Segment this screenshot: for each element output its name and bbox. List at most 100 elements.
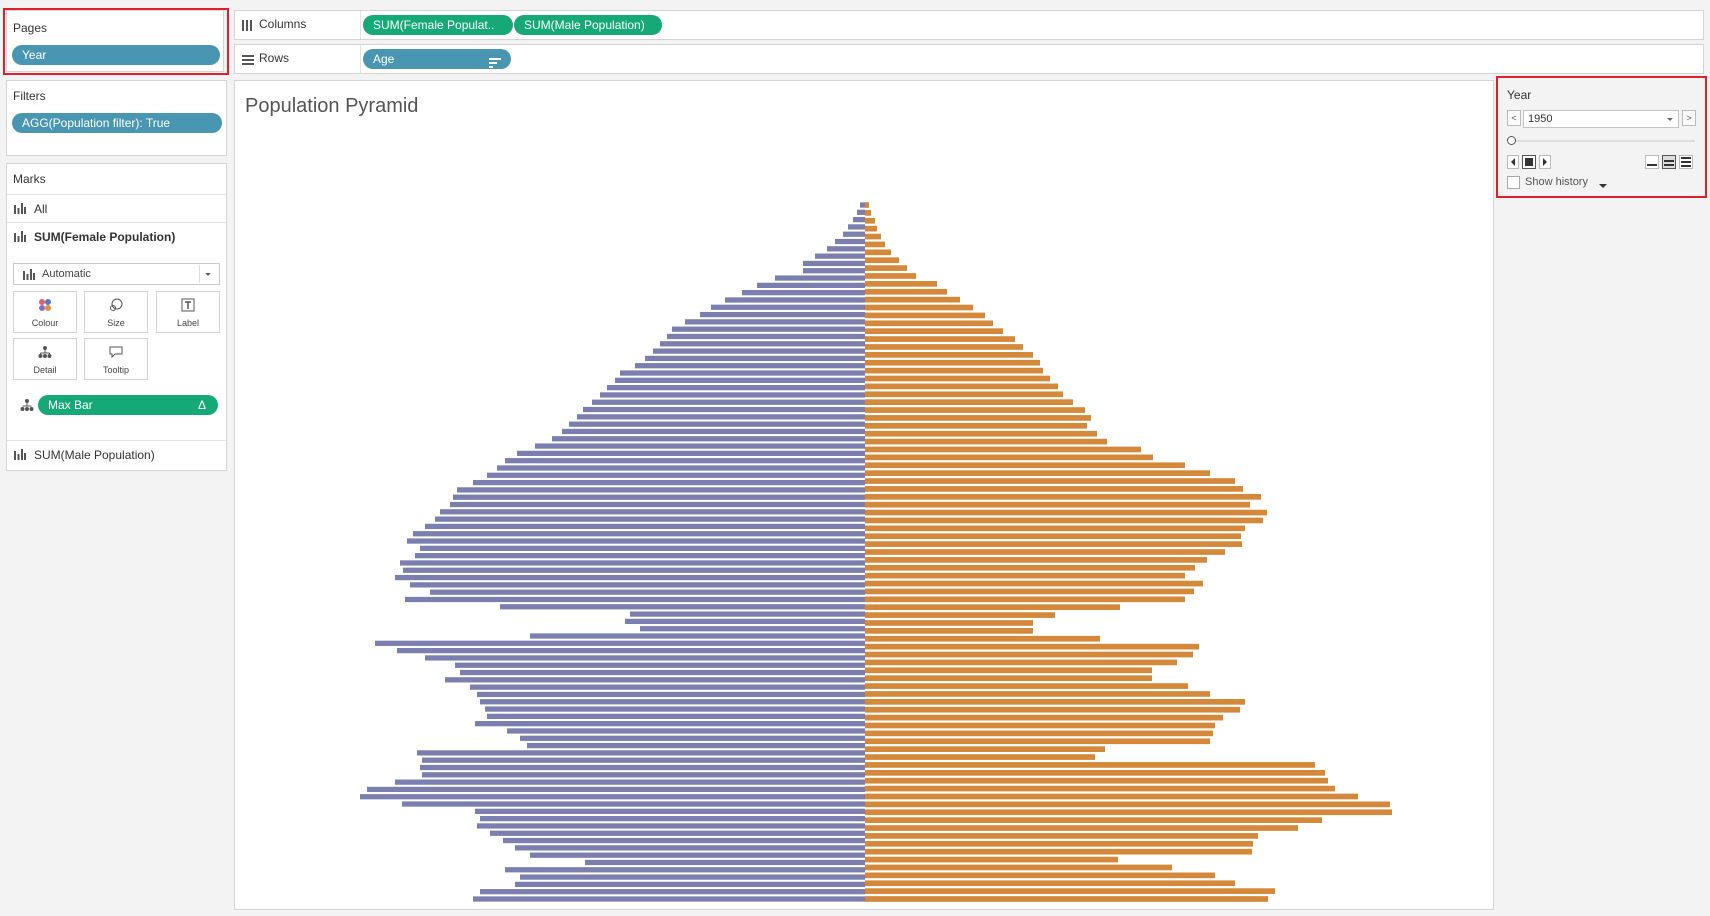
female-bar[interactable] bbox=[453, 494, 865, 500]
female-bar[interactable] bbox=[635, 363, 865, 369]
female-bar[interactable] bbox=[473, 479, 865, 486]
male-bar[interactable] bbox=[865, 486, 1243, 492]
male-bar[interactable] bbox=[865, 525, 1245, 532]
female-bar[interactable] bbox=[653, 348, 865, 354]
female-bar[interactable] bbox=[470, 684, 865, 690]
female-bar[interactable] bbox=[395, 574, 865, 581]
male-bar[interactable] bbox=[865, 604, 1120, 611]
female-bar[interactable] bbox=[857, 209, 865, 215]
male-bar[interactable] bbox=[865, 564, 1195, 571]
rows-age-pill[interactable]: Age bbox=[363, 49, 511, 69]
female-bar[interactable] bbox=[407, 538, 865, 544]
male-bar[interactable] bbox=[865, 249, 891, 256]
female-bar[interactable] bbox=[848, 224, 865, 230]
female-bar[interactable] bbox=[440, 509, 865, 515]
female-bar[interactable] bbox=[375, 640, 865, 646]
female-bar[interactable] bbox=[455, 662, 865, 668]
male-bar[interactable] bbox=[865, 856, 1118, 863]
female-bar[interactable] bbox=[815, 253, 865, 259]
female-bar[interactable] bbox=[530, 633, 865, 639]
female-bar[interactable] bbox=[527, 742, 865, 749]
male-bar[interactable] bbox=[865, 730, 1213, 737]
male-bar[interactable] bbox=[865, 265, 907, 271]
female-bar[interactable] bbox=[415, 553, 865, 559]
male-bar[interactable] bbox=[865, 572, 1185, 579]
detail-tile[interactable]: Detail bbox=[13, 338, 77, 380]
female-bar[interactable] bbox=[430, 589, 865, 595]
male-bar[interactable] bbox=[865, 320, 993, 327]
female-bar[interactable] bbox=[497, 465, 865, 471]
female-bar[interactable] bbox=[860, 202, 865, 208]
female-bar[interactable] bbox=[803, 268, 865, 274]
female-bar[interactable] bbox=[475, 808, 865, 814]
male-bar[interactable] bbox=[865, 706, 1240, 713]
female-bar[interactable] bbox=[500, 604, 865, 610]
male-bar[interactable] bbox=[865, 643, 1199, 650]
male-bar[interactable] bbox=[865, 422, 1087, 429]
male-bar[interactable] bbox=[865, 762, 1315, 768]
columns-pill-male[interactable]: SUM(Male Population) bbox=[514, 15, 662, 35]
female-bar[interactable] bbox=[520, 735, 865, 741]
female-bar[interactable] bbox=[853, 216, 865, 223]
male-bar[interactable] bbox=[865, 580, 1203, 587]
male-bar[interactable] bbox=[865, 785, 1335, 792]
female-bar[interactable] bbox=[640, 626, 865, 632]
size-tile[interactable]: Size bbox=[84, 291, 148, 333]
female-bar[interactable] bbox=[827, 246, 865, 252]
female-bar[interactable] bbox=[417, 750, 865, 756]
female-bar[interactable] bbox=[535, 443, 865, 449]
marks-female-row[interactable]: SUM(Female Population) bbox=[7, 222, 226, 251]
male-bar[interactable] bbox=[865, 210, 871, 216]
male-bar[interactable] bbox=[865, 478, 1235, 484]
male-bar[interactable] bbox=[865, 833, 1258, 839]
female-bar[interactable] bbox=[607, 385, 865, 391]
female-bar[interactable] bbox=[402, 801, 865, 807]
female-bar[interactable] bbox=[490, 830, 865, 836]
female-bar[interactable] bbox=[660, 341, 865, 347]
tooltip-tile[interactable]: Tooltip bbox=[84, 338, 148, 380]
male-bar[interactable] bbox=[865, 864, 1172, 871]
male-bar[interactable] bbox=[865, 454, 1153, 461]
female-bar[interactable] bbox=[742, 290, 865, 296]
female-bar[interactable] bbox=[530, 852, 865, 858]
female-bar[interactable] bbox=[480, 816, 865, 822]
female-bar[interactable] bbox=[485, 706, 865, 712]
columns-pill-female[interactable]: SUM(Female Populat.. bbox=[363, 15, 513, 35]
male-bar[interactable] bbox=[865, 746, 1105, 752]
female-bar[interactable] bbox=[672, 326, 865, 332]
max-bar-pill[interactable]: Max Bar Δ bbox=[38, 395, 218, 415]
female-bar[interactable] bbox=[400, 560, 865, 566]
female-bar[interactable] bbox=[505, 867, 865, 873]
male-bar[interactable] bbox=[865, 430, 1097, 437]
male-bar[interactable] bbox=[865, 635, 1100, 642]
male-bar[interactable] bbox=[865, 722, 1215, 729]
female-bar[interactable] bbox=[577, 414, 865, 420]
female-bar[interactable] bbox=[473, 896, 865, 902]
male-bar[interactable] bbox=[865, 233, 881, 240]
male-bar[interactable] bbox=[865, 344, 1023, 350]
male-bar[interactable] bbox=[865, 777, 1328, 784]
female-bar[interactable] bbox=[507, 728, 865, 734]
male-bar[interactable] bbox=[865, 533, 1241, 540]
female-bar[interactable] bbox=[505, 458, 865, 464]
female-bar[interactable] bbox=[397, 647, 865, 654]
female-bar[interactable] bbox=[360, 794, 865, 800]
male-bar[interactable] bbox=[865, 470, 1210, 476]
female-bar[interactable] bbox=[625, 618, 865, 625]
female-bar[interactable] bbox=[562, 428, 865, 435]
colour-tile[interactable]: Colour bbox=[13, 291, 77, 333]
male-bar[interactable] bbox=[865, 620, 1033, 626]
male-bar[interactable] bbox=[865, 667, 1152, 674]
male-bar[interactable] bbox=[865, 817, 1322, 823]
male-bar[interactable] bbox=[865, 383, 1058, 390]
female-bar[interactable] bbox=[405, 596, 865, 603]
male-bar[interactable] bbox=[865, 509, 1267, 516]
male-bar[interactable] bbox=[865, 217, 875, 224]
female-bar[interactable] bbox=[517, 450, 865, 457]
male-bar[interactable] bbox=[865, 241, 885, 248]
male-bar[interactable] bbox=[865, 304, 973, 311]
female-bar[interactable] bbox=[460, 669, 865, 676]
female-bar[interactable] bbox=[620, 370, 865, 376]
male-bar[interactable] bbox=[865, 493, 1261, 500]
female-bar[interactable] bbox=[420, 545, 865, 551]
